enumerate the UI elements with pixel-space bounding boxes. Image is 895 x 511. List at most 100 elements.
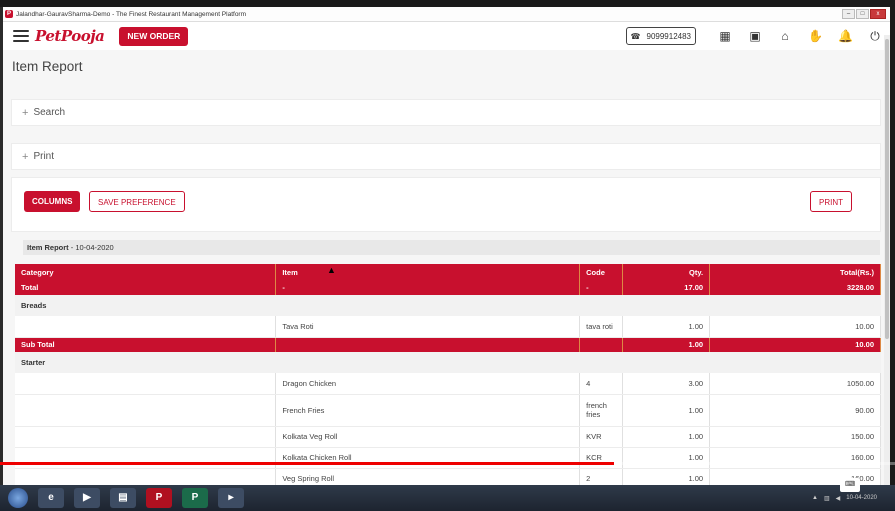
- subtotal-total: 10.00: [709, 337, 881, 352]
- print-panel[interactable]: + Print: [11, 143, 881, 170]
- maximize-button[interactable]: □: [856, 9, 869, 19]
- item-code: french fries: [579, 394, 624, 427]
- report-label: Item Report: [27, 243, 69, 252]
- item-name: Kolkata Veg Roll: [275, 426, 581, 448]
- keyboard-icon[interactable]: ⌨: [840, 478, 860, 492]
- item-total: 150.00: [709, 426, 881, 448]
- ie-taskbar-icon[interactable]: e: [38, 488, 64, 508]
- bell-icon[interactable]: 🔔: [838, 29, 853, 43]
- power-icon[interactable]: ⏻: [868, 29, 882, 43]
- item-qty: 1.00: [622, 468, 711, 485]
- app-icon: P: [5, 10, 13, 18]
- item-qty: 1.00: [622, 394, 711, 427]
- total-qty: 17.00: [622, 280, 711, 295]
- item-name: Tava Roti: [275, 316, 581, 338]
- table-row: Tava Roti tava roti 1.00 10.00: [15, 316, 881, 338]
- table-row: French Fries french fries 1.00 90.00: [15, 394, 881, 427]
- new-order-button[interactable]: NEW ORDER: [119, 26, 189, 46]
- petpooja-alt-taskbar-icon[interactable]: P: [182, 488, 208, 508]
- header-item[interactable]: Item: [275, 264, 581, 280]
- total-item: -: [275, 280, 581, 295]
- print-button[interactable]: PRINT: [810, 191, 852, 212]
- header-category[interactable]: Category: [15, 264, 277, 280]
- menu-icon[interactable]: [13, 27, 29, 45]
- category-label: Breads: [15, 295, 881, 316]
- table-row: Dragon Chicken 4 3.00 1050.00: [15, 373, 881, 395]
- item-qty: 1.00: [622, 426, 711, 448]
- petpooja-logo[interactable]: PetPooja: [35, 27, 105, 45]
- terminal-taskbar-icon[interactable]: ▸: [218, 488, 244, 508]
- subtotal-label: Sub Total: [15, 337, 277, 352]
- item-code: 4: [579, 373, 624, 395]
- item-report-table: Category Item Code Qty. Total(Rs.) Total…: [15, 264, 881, 485]
- search-panel-label: Search: [33, 107, 66, 118]
- main-content: Item Report + Search + Print COLUMNS SAV…: [3, 50, 890, 485]
- close-button[interactable]: x: [870, 9, 886, 19]
- item-qty: 3.00: [622, 373, 711, 395]
- scroll-thumb[interactable]: [885, 39, 889, 339]
- item-name: French Fries: [275, 394, 581, 427]
- mouse-cursor-icon: ▲: [327, 265, 336, 275]
- action-bar: COLUMNS SAVE PREFERENCE PRINT: [11, 177, 881, 232]
- total-code: -: [579, 280, 624, 295]
- item-code: KVR: [579, 426, 624, 448]
- grand-total-row: Total - - 17.00 3228.00: [15, 280, 881, 295]
- header-code[interactable]: Code: [579, 264, 624, 280]
- page-title: Item Report: [12, 59, 83, 74]
- item-code: 2: [579, 468, 624, 485]
- window-controls: – □ x: [842, 9, 886, 19]
- category-row: Starter: [15, 352, 881, 373]
- app-header: PetPooja NEW ORDER ☎ 9099912483 ▦ ▣ ⌂ ✋ …: [3, 22, 890, 51]
- folder-taskbar-icon[interactable]: ▤: [110, 488, 136, 508]
- expand-icon: +: [22, 106, 29, 119]
- item-total: 90.00: [709, 394, 881, 427]
- hand-icon[interactable]: ✋: [808, 29, 823, 43]
- start-button-icon[interactable]: [8, 488, 28, 508]
- subtotal-row: Sub Total 1.00 10.00: [15, 337, 881, 352]
- expand-icon: +: [22, 150, 29, 163]
- vertical-scrollbar[interactable]: [884, 35, 890, 485]
- phone-icon: ☎: [630, 31, 641, 41]
- save-preference-button[interactable]: SAVE PREFERENCE: [89, 191, 185, 212]
- item-qty: 1.00: [622, 316, 711, 338]
- video-progress-fill: [0, 462, 614, 465]
- dashboard-icon[interactable]: ▦: [718, 29, 732, 43]
- header-total[interactable]: Total(Rs.): [709, 264, 881, 280]
- total-amount: 3228.00: [709, 280, 881, 295]
- media-taskbar-icon[interactable]: ▶: [74, 488, 100, 508]
- video-progress-bar[interactable]: [0, 462, 895, 465]
- pos-icon[interactable]: ▣: [748, 29, 762, 43]
- header-qty[interactable]: Qty.: [622, 264, 711, 280]
- item-total: 1050.00: [709, 373, 881, 395]
- window-title: Jalandhar-GauravSharma-Demo - The Finest…: [16, 10, 247, 18]
- clock-date[interactable]: 10-04-2020: [846, 495, 877, 501]
- search-panel[interactable]: + Search: [11, 99, 881, 126]
- tray-arrow-icon[interactable]: ▲: [812, 495, 818, 501]
- phone-number: 9099912483: [646, 31, 692, 41]
- table-row: Kolkata Veg Roll KVR 1.00 150.00: [15, 426, 881, 448]
- phone-number-box[interactable]: ☎ 9099912483: [625, 27, 696, 45]
- title-bar: P Jalandhar-GauravSharma-Demo - The Fine…: [3, 7, 890, 22]
- report-caption: Item Report - 10-04-2020: [23, 240, 880, 255]
- columns-button[interactable]: COLUMNS: [24, 191, 81, 212]
- system-tray: ▲ ▥ ◀ 10-04-2020: [812, 495, 877, 502]
- petpooja-taskbar-icon[interactable]: P: [146, 488, 172, 508]
- item-code: tava roti: [579, 316, 624, 338]
- item-total: 10.00: [709, 316, 881, 338]
- print-panel-label: Print: [33, 151, 54, 162]
- category-row: Breads: [15, 295, 881, 316]
- dine-in-icon[interactable]: ⌂: [778, 29, 792, 43]
- report-date: - 10-04-2020: [68, 243, 114, 252]
- item-name: Dragon Chicken: [275, 373, 581, 395]
- category-label: Starter: [15, 352, 881, 373]
- network-icon[interactable]: ▥: [824, 495, 830, 502]
- total-label: Total: [15, 280, 277, 295]
- app-window: P Jalandhar-GauravSharma-Demo - The Fine…: [0, 7, 890, 485]
- volume-icon[interactable]: ◀: [836, 495, 841, 502]
- item-name: Veg Spring Roll: [275, 468, 581, 485]
- minimize-button[interactable]: –: [842, 9, 855, 19]
- table-header-row: Category Item Code Qty. Total(Rs.): [15, 264, 881, 280]
- table-row: Veg Spring Roll 2 1.00 160.00: [15, 468, 881, 485]
- subtotal-qty: 1.00: [622, 337, 711, 352]
- taskbar: e ▶ ▤ P P ▸ ▲ ▥ ◀ 10-04-2020: [0, 485, 895, 511]
